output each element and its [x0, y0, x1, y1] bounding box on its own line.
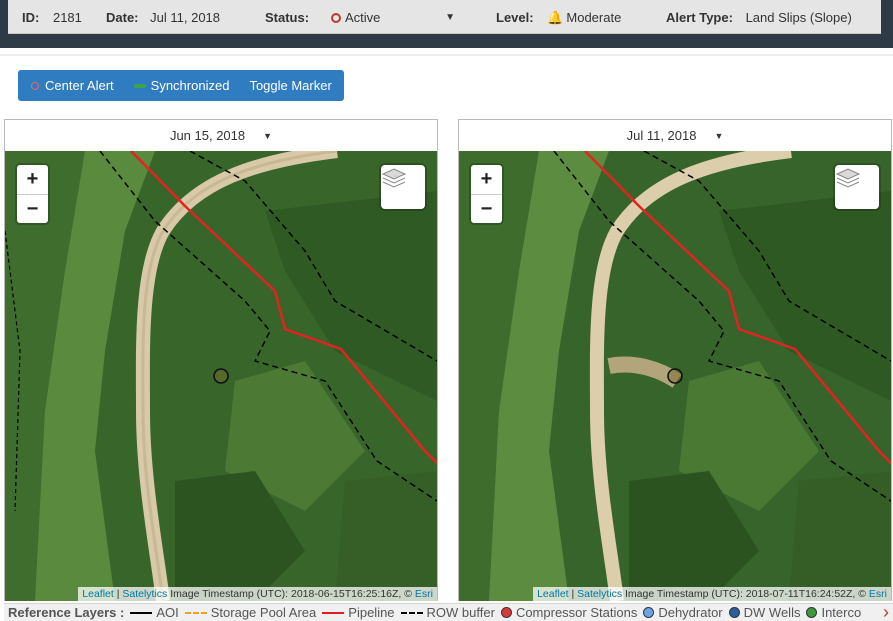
- image-timestamp: Image Timestamp (UTC): 2018-07-11T16:24:…: [622, 588, 869, 600]
- map-attribution-left: Leaflet | Satelytics Image Timestamp (UT…: [78, 587, 437, 601]
- esri-link[interactable]: Esri: [869, 588, 887, 600]
- zoom-out-button[interactable]: −: [471, 194, 502, 223]
- id-label: ID:: [22, 10, 40, 25]
- legend-label: Compressor Stations: [515, 605, 638, 620]
- chevron-down-icon: ▼: [263, 130, 273, 141]
- legend-item-storage-pool[interactable]: Storage Pool Area: [184, 605, 317, 620]
- alert-info-bar: ID: 2181 Date: Jul 11, 2018 Status: Acti…: [8, 0, 881, 34]
- alert-status: Status:: [265, 10, 309, 25]
- attribution-separator: |: [568, 588, 578, 600]
- chevron-down-icon: ▼: [714, 130, 724, 141]
- alert-header: ID: 2181 Date: Jul 11, 2018 Status: Acti…: [0, 0, 893, 48]
- compressor-dot-icon: [500, 607, 512, 618]
- synchronized-label: Synchronized: [150, 78, 230, 93]
- row-buffer-line-icon: [400, 611, 423, 614]
- bell-icon: 🔔: [547, 10, 564, 25]
- aoi-line-icon: [130, 611, 153, 614]
- date-value: Jul 11, 2018: [150, 10, 221, 25]
- satellite-map-left[interactable]: + − Leaflet | Satelytics Image Timestamp…: [5, 151, 437, 601]
- legend-title: Reference Layers :: [8, 605, 125, 620]
- date-value-right: Jul 11, 2018: [626, 128, 697, 143]
- type-label: Alert Type:: [666, 10, 733, 25]
- synchronized-button[interactable]: Synchronized: [133, 78, 230, 93]
- divider: [0, 54, 893, 56]
- toggle-marker-label: Toggle Marker: [249, 78, 332, 93]
- level-label: Level:: [496, 10, 534, 25]
- chevron-down-icon: ▼: [445, 12, 455, 23]
- alert-level: Level: 🔔 Moderate: [496, 10, 621, 26]
- layers-icon: [835, 168, 861, 188]
- alert-date: Date: Jul 11, 2018: [106, 10, 220, 25]
- dehydrator-dot-icon: [643, 607, 655, 618]
- legend-item-row-buffer[interactable]: ROW buffer: [400, 605, 495, 620]
- legend-item-interco[interactable]: Interco: [806, 605, 861, 620]
- status-label: Status:: [265, 10, 310, 25]
- crosshair-icon: [30, 81, 40, 91]
- date-label: Date:: [106, 10, 139, 25]
- zoom-control-right: + −: [471, 165, 502, 223]
- map-panel-left: Jun 15, 2018 ▼ + − Leaflet | Satelytics …: [4, 119, 438, 601]
- leaflet-link[interactable]: Leaflet: [82, 588, 114, 600]
- satellite-imagery: [459, 151, 891, 601]
- image-timestamp: Image Timestamp (UTC): 2018-06-15T16:25:…: [167, 588, 415, 600]
- center-alert-label: Center Alert: [45, 78, 114, 93]
- dw-wells-dot-icon: [728, 607, 740, 618]
- zoom-in-button[interactable]: +: [17, 165, 48, 194]
- date-select-right[interactable]: Jul 11, 2018 ▼: [459, 120, 891, 151]
- center-alert-button[interactable]: Center Alert: [30, 78, 114, 93]
- toggle-marker-button[interactable]: Toggle Marker: [249, 78, 331, 93]
- legend-item-aoi[interactable]: AOI: [130, 605, 179, 620]
- sync-icon: [133, 83, 146, 88]
- reference-layers-legend: Reference Layers : AOI Storage Pool Area…: [4, 603, 893, 621]
- legend-label: Pipeline: [348, 605, 395, 620]
- legend-item-compressor-stations[interactable]: Compressor Stations: [500, 605, 638, 620]
- pipeline-line-icon: [322, 611, 345, 614]
- chevron-right-icon[interactable]: ›: [883, 604, 889, 621]
- legend-label: Dehydrator: [658, 605, 723, 620]
- satellite-imagery: [5, 151, 437, 601]
- layers-button-right[interactable]: [835, 165, 879, 209]
- alert-id: ID: 2181: [22, 10, 82, 25]
- level-value: Moderate: [566, 10, 622, 25]
- zoom-control-left: + −: [17, 165, 48, 223]
- alert-type: Alert Type: Land Slips (Slope): [666, 10, 852, 25]
- satelytics-link[interactable]: Satelytics: [577, 588, 622, 600]
- legend-item-dehydrator[interactable]: Dehydrator: [643, 605, 723, 620]
- type-value: Land Slips (Slope): [745, 10, 852, 25]
- date-select-left[interactable]: Jun 15, 2018 ▼: [5, 120, 437, 151]
- id-value: 2181: [52, 10, 82, 25]
- legend-label: Interco: [821, 605, 862, 620]
- legend-item-dw-wells[interactable]: DW Wells: [728, 605, 801, 620]
- leaflet-link[interactable]: Leaflet: [537, 588, 569, 600]
- satellite-map-right[interactable]: + − Leaflet | Satelytics Image Timestamp…: [459, 151, 891, 601]
- interco-dot-icon: [806, 607, 818, 618]
- legend-label: AOI: [156, 605, 179, 620]
- legend-item-pipeline[interactable]: Pipeline: [322, 605, 395, 620]
- status-ring-icon: [331, 13, 341, 23]
- satelytics-link[interactable]: Satelytics: [122, 588, 167, 600]
- storage-pool-line-icon: [184, 611, 207, 614]
- map-toolbar: Center Alert Synchronized Toggle Marker: [18, 70, 344, 101]
- map-panel-right: Jul 11, 2018 ▼ + − Leaflet | Satelytics …: [458, 119, 892, 601]
- layers-icon: [381, 168, 407, 188]
- status-value: Active: [345, 10, 381, 25]
- zoom-out-button[interactable]: −: [17, 194, 48, 223]
- esri-link[interactable]: Esri: [415, 588, 433, 600]
- zoom-in-button[interactable]: +: [471, 165, 502, 194]
- legend-label: ROW buffer: [426, 605, 495, 620]
- date-value-left: Jun 15, 2018: [169, 128, 246, 143]
- status-select[interactable]: Active ▼: [331, 10, 459, 25]
- layers-button-left[interactable]: [381, 165, 425, 209]
- map-attribution-right: Leaflet | Satelytics Image Timestamp (UT…: [533, 587, 891, 601]
- legend-label: DW Wells: [743, 605, 801, 620]
- legend-label: Storage Pool Area: [210, 605, 317, 620]
